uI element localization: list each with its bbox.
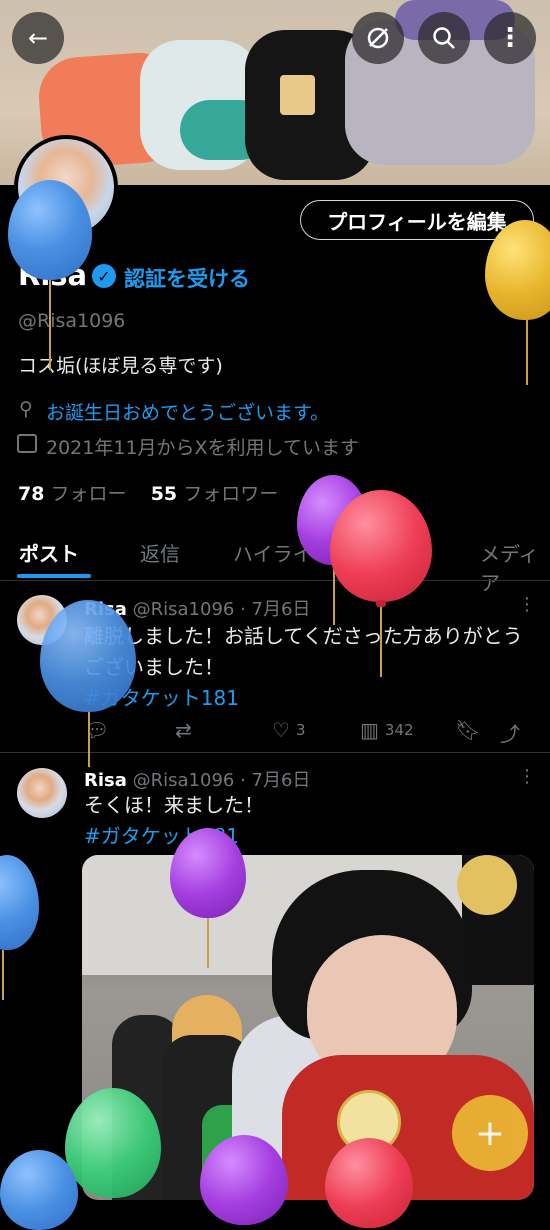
calendar-icon: [17, 434, 37, 453]
verified-badge-icon: ✓: [92, 264, 116, 288]
tweet-avatar[interactable]: [17, 768, 67, 818]
back-arrow-icon: ←: [27, 24, 49, 52]
search-button[interactable]: [418, 12, 470, 64]
active-tab-indicator: [17, 574, 91, 578]
tweet-text: そくほ！来ました！ #ガタケット181: [84, 793, 264, 848]
balloon-decoration: [65, 1088, 161, 1198]
views-button[interactable]: ▥ 342: [360, 718, 414, 742]
tab-media[interactable]: メディア: [480, 538, 550, 596]
bookmark-icon: 🔖︎: [455, 718, 481, 742]
balloon-decoration: [200, 1135, 288, 1225]
balloon-string: [2, 950, 4, 1000]
share-button[interactable]: ⤴: [500, 718, 520, 747]
followers-link[interactable]: 55 フォロワー: [151, 483, 279, 505]
divider: [0, 752, 550, 753]
bookmark-button[interactable]: 🔖︎: [455, 718, 480, 742]
views-chart-icon: ▥: [360, 718, 379, 742]
profile-joined-date: 2021年11月からXを利用しています: [46, 437, 359, 459]
get-verified-link[interactable]: 認証を受ける: [124, 263, 250, 293]
balloon-string: [49, 280, 51, 370]
balloon-decoration: [330, 490, 432, 602]
more-button[interactable]: ⋮: [484, 12, 536, 64]
tweet-more-icon[interactable]: ⋮: [518, 766, 536, 787]
balloon-decoration: [40, 600, 136, 712]
view-count: 342: [384, 721, 414, 739]
back-button[interactable]: ←: [12, 12, 64, 64]
like-button[interactable]: ♡ 3: [272, 718, 305, 742]
tweet-text: 離脱しました！お話してくださった方ありがとうございました！ #ガタケット181: [84, 624, 523, 710]
balloon-string: [526, 320, 528, 385]
balloon-string: [380, 607, 382, 677]
follow-stats: 78 フォロー 55 フォロワー: [18, 479, 278, 506]
compose-button[interactable]: +: [452, 1095, 528, 1171]
balloon-decoration: [0, 855, 39, 950]
balloon-string: [88, 712, 90, 767]
grok-button[interactable]: [352, 12, 404, 64]
balloon-decoration: [325, 1138, 413, 1228]
tab-posts[interactable]: ポスト: [19, 538, 79, 567]
plus-icon: +: [474, 1112, 506, 1154]
following-link[interactable]: 78 フォロー: [18, 483, 127, 505]
tab-replies[interactable]: 返信: [140, 538, 180, 567]
profile-handle: @Risa1096: [18, 310, 126, 332]
balloon-knot: [376, 600, 386, 607]
search-icon: [433, 27, 455, 49]
divider: [0, 580, 550, 581]
balloon-decoration: [0, 1150, 78, 1230]
tweet-header: Risa @Risa1096 · 7月6日: [84, 770, 311, 791]
share-icon: ⤴: [500, 722, 520, 746]
location-icon: ⚲: [19, 398, 33, 420]
like-count: 3: [295, 721, 306, 739]
repost-icon: ⇄: [175, 718, 192, 742]
tweet-more-icon[interactable]: ⋮: [518, 594, 536, 615]
more-vertical-icon: ⋮: [497, 23, 523, 53]
grok-icon: [367, 27, 389, 49]
balloon-string: [207, 918, 209, 968]
heart-icon: ♡: [272, 718, 290, 742]
profile-location: お誕生日おめでとうございます。: [46, 402, 330, 424]
balloon-decoration: [170, 828, 246, 918]
repost-button[interactable]: ⇄: [175, 718, 192, 742]
balloon-decoration: [8, 180, 92, 280]
